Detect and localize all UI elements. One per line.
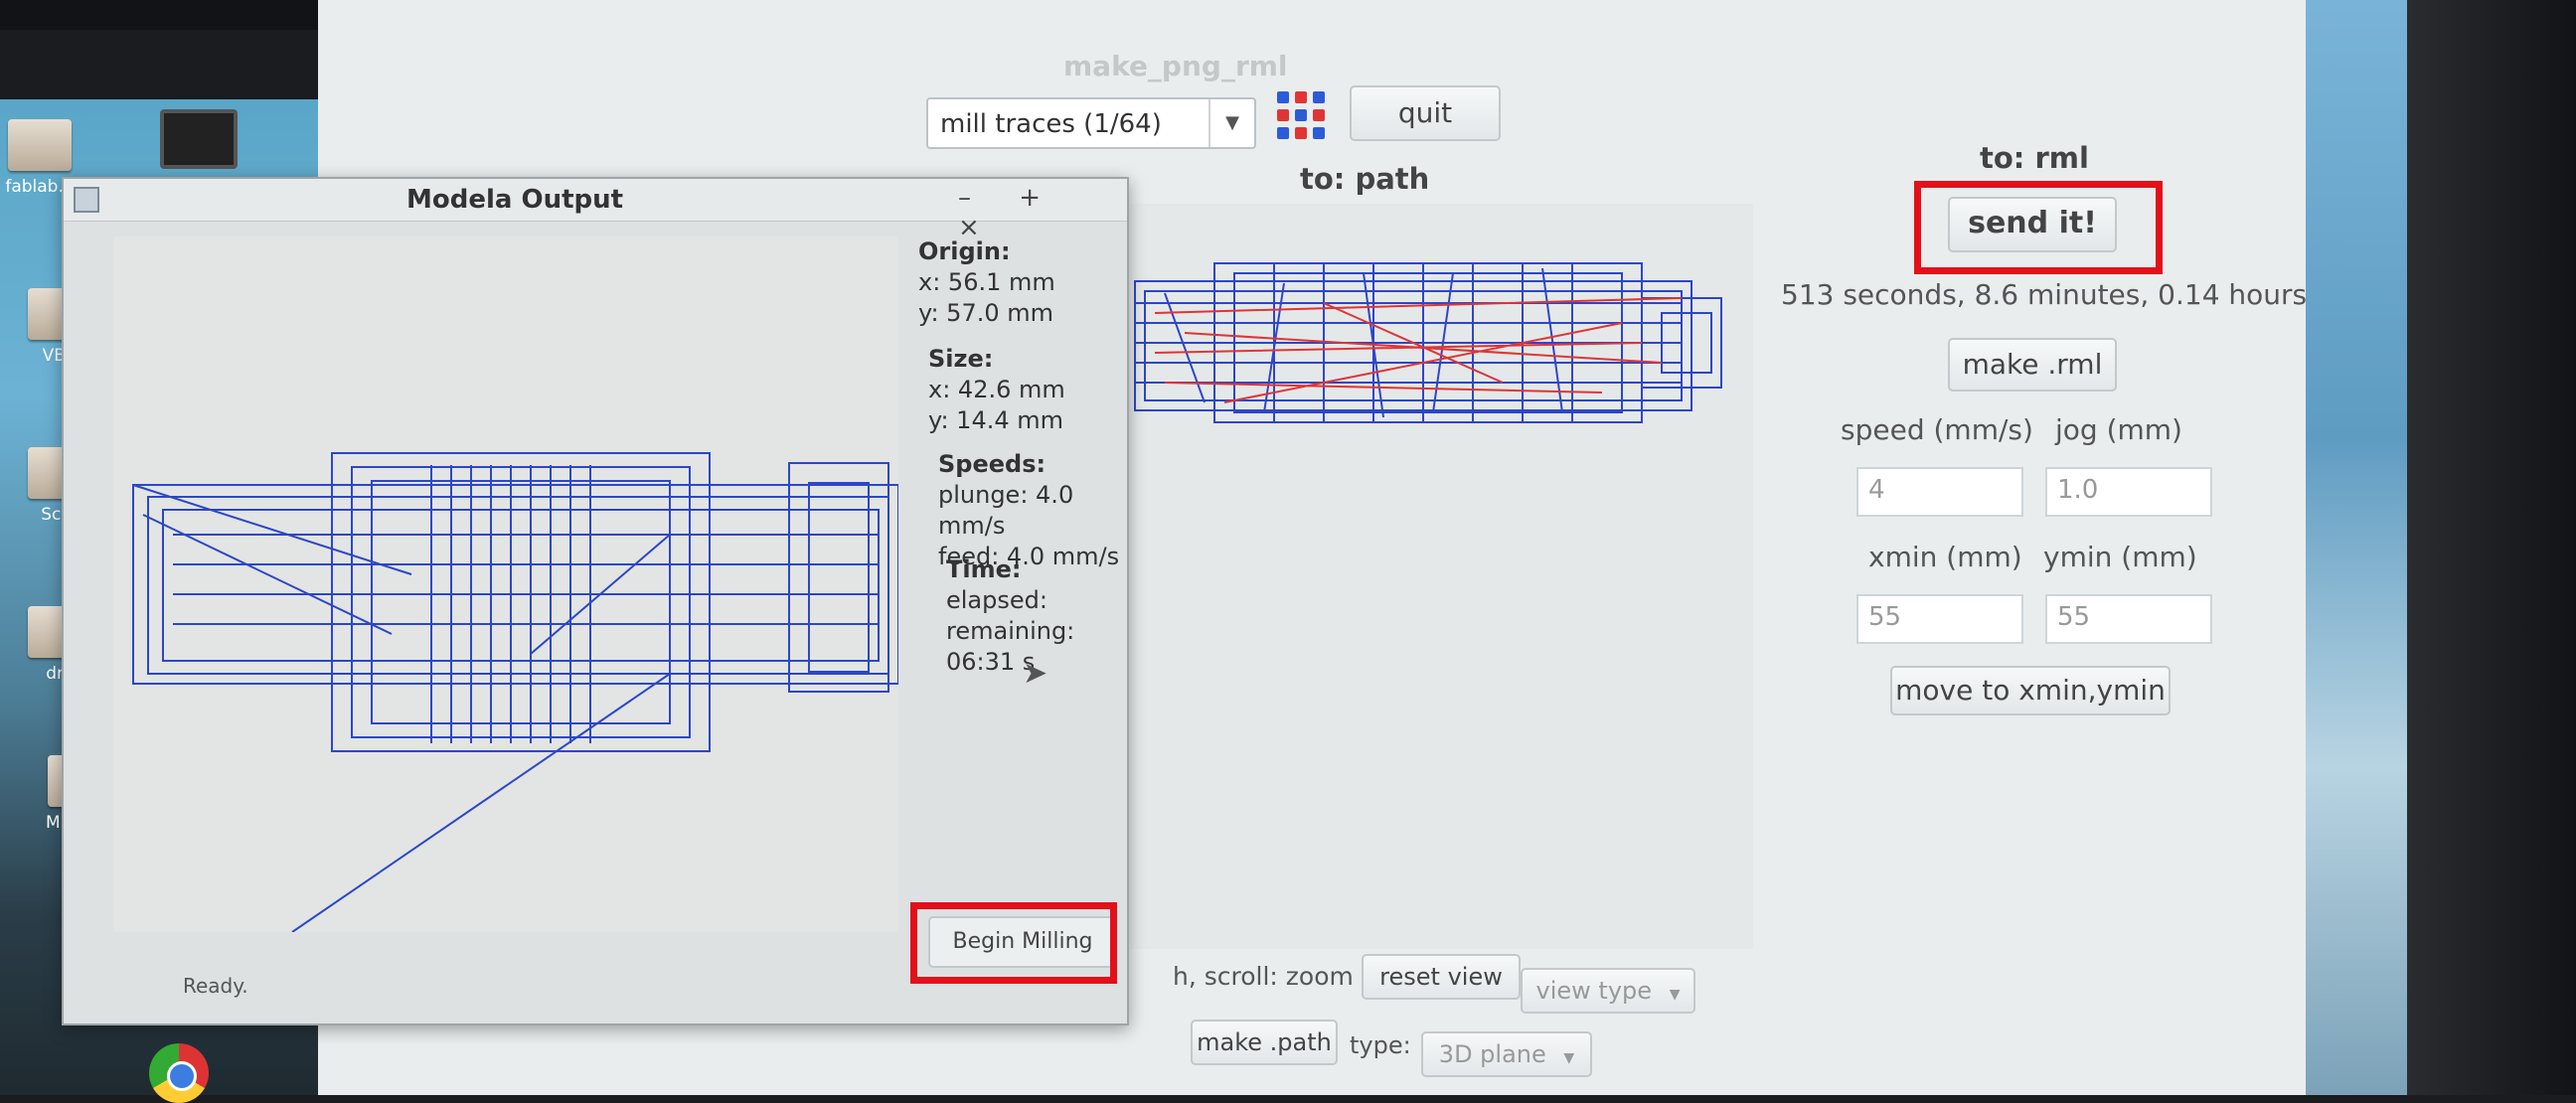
dialog-titlebar[interactable]: Modela Output – + × (64, 179, 1127, 242)
view-hint: h, scroll: zoom (1173, 962, 1354, 991)
type-label: type: (1350, 1031, 1411, 1059)
origin-y: y: 57.0 mm (918, 299, 1053, 327)
time-heading: Time: (946, 555, 1022, 583)
size-x: x: 42.6 mm (928, 376, 1065, 403)
jog-input[interactable]: 1.0 (2045, 467, 2212, 517)
jog-label: jog (mm) (2055, 413, 2182, 446)
make-path-button[interactable]: make .path (1191, 1020, 1338, 1065)
size-heading: Size: (928, 345, 994, 373)
size-y: y: 14.4 mm (928, 406, 1063, 434)
path-preview-canvas[interactable] (1125, 204, 1753, 949)
origin-heading: Origin: (918, 237, 1011, 265)
ymin-label: ymin (mm) (2043, 541, 2197, 573)
begin-milling-button[interactable]: Begin Milling (928, 916, 1117, 968)
reset-view-button[interactable]: reset view (1362, 954, 1521, 1000)
folder-icon (8, 119, 72, 171)
window-title: make_png_rml (1063, 50, 1288, 82)
speed-input[interactable]: 4 (1856, 467, 2023, 517)
origin-x: x: 56.1 mm (918, 268, 1055, 296)
dialog-window-controls[interactable]: – + × (958, 183, 1127, 242)
origin-info: Origin: x: 56.1 mm y: 57.0 mm (918, 236, 1055, 329)
send-it-button[interactable]: send it! (1948, 197, 2117, 252)
rml-heading: to: rml (1980, 141, 2089, 175)
speed-label: speed (mm/s) (1841, 413, 2033, 446)
xmin-label: xmin (mm) (1868, 541, 2022, 573)
window-icon (74, 187, 99, 213)
speeds-heading: Speeds: (938, 450, 1046, 478)
status-bar: Ready. (183, 974, 248, 998)
process-select-value: mill traces (1/64) (940, 109, 1162, 139)
size-info: Size: x: 42.6 mm y: 14.4 mm (928, 344, 1065, 436)
toolpath-preview-drawing (132, 452, 899, 933)
view-type-value: view type (1535, 977, 1653, 1005)
elapsed-time: elapsed: (946, 586, 1047, 614)
process-select[interactable]: mill traces (1/64) ▼ (926, 97, 1256, 149)
path-preview-drawing (1134, 262, 1722, 423)
plunge-speed: plunge: 4.0 mm/s (938, 481, 1074, 540)
desktop-background-right (2306, 0, 2415, 1095)
path-heading: to: path (1300, 162, 1430, 196)
chevron-down-icon[interactable]: ▼ (1208, 99, 1254, 147)
xmin-input[interactable]: 55 (1856, 594, 2023, 644)
chrome-icon[interactable] (149, 1043, 209, 1103)
desktop-icon-computer[interactable] (159, 109, 239, 169)
ymin-input[interactable]: 55 (2045, 594, 2212, 644)
type-select[interactable]: 3D plane ▼ (1421, 1031, 1592, 1077)
make-rml-button[interactable]: make .rml (1948, 338, 2117, 392)
monitor-icon (160, 109, 238, 169)
grid-icon[interactable] (1277, 91, 1327, 141)
chevron-down-icon: ▼ (1563, 1050, 1575, 1066)
cursor-icon: ➤ (1023, 656, 1048, 691)
view-type-select[interactable]: view type ▼ (1521, 968, 1695, 1014)
move-to-xmin-ymin-button[interactable]: move to xmin,ymin (1890, 666, 2171, 715)
quit-button[interactable]: quit (1350, 85, 1501, 141)
time-estimate: 513 seconds, 8.6 minutes, 0.14 hours (1781, 278, 2308, 311)
toolpath-preview-canvas[interactable] (113, 236, 899, 933)
chevron-down-icon: ▼ (1669, 987, 1681, 1003)
dialog-title: Modela Output (406, 185, 624, 215)
type-select-value: 3D plane (1438, 1040, 1546, 1068)
modela-output-dialog: Modela Output – + × Origin: x: 56.1 mm y… (62, 177, 1129, 1025)
monitor-bezel-right (2407, 0, 2576, 1095)
